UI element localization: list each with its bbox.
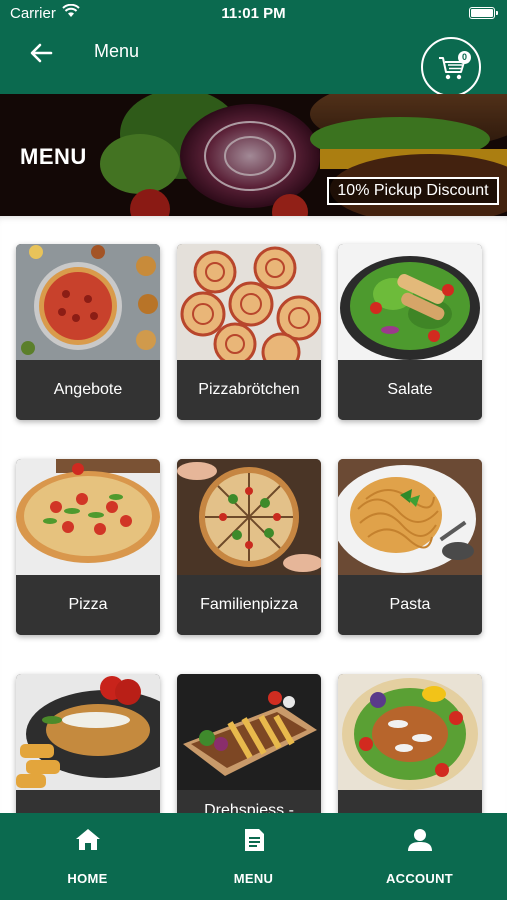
category-label: Pizzabrötchen: [177, 360, 321, 420]
category-grid: Angebote Pizzabrötchen Salate Pizza Fami…: [0, 216, 507, 813]
tab-menu-label: MENU: [233, 871, 274, 886]
category-label: [338, 790, 482, 813]
category-card-wrap[interactable]: [338, 674, 482, 813]
category-image: [16, 244, 160, 360]
category-label: Salate: [338, 360, 482, 420]
status-time: 11:01 PM: [221, 5, 286, 22]
category-card-pasta[interactable]: Pasta: [338, 459, 482, 635]
tab-menu[interactable]: MENU: [169, 813, 338, 900]
tab-account[interactable]: ACCOUNT: [335, 813, 504, 900]
bottom-tab-bar: HOME MENU ACCOUNT: [0, 813, 507, 900]
category-label: Angebote: [16, 360, 160, 420]
category-card-drehspiess[interactable]: Drehspiess -: [177, 674, 321, 813]
tab-home-label: HOME: [67, 871, 108, 886]
menu-banner: MENU 10% Pickup Discount: [0, 94, 507, 216]
category-card-schnitzel[interactable]: [16, 674, 160, 813]
category-label: [16, 790, 160, 813]
category-card-salate[interactable]: Salate: [338, 244, 482, 420]
cart-button[interactable]: 0: [421, 37, 481, 97]
category-card-angebote[interactable]: Angebote: [16, 244, 160, 420]
pickup-discount-label: 10% Pickup Discount: [327, 177, 499, 205]
category-image: [177, 244, 321, 360]
page-title: Menu: [94, 41, 140, 61]
category-image: [16, 674, 160, 790]
category-label: Pizza: [16, 575, 160, 635]
category-image: [177, 674, 321, 790]
category-card-familienpizza[interactable]: Familienpizza: [177, 459, 321, 635]
back-arrow-icon[interactable]: [26, 38, 56, 68]
category-label: Pasta: [338, 575, 482, 635]
category-image: [177, 459, 321, 575]
menu-list-icon: [245, 829, 264, 851]
category-image: [338, 674, 482, 790]
cart-count-badge: 0: [458, 51, 471, 64]
account-icon: [408, 829, 432, 851]
category-image: [338, 459, 482, 575]
category-label: Familienpizza: [177, 575, 321, 635]
tab-account-label: ACCOUNT: [385, 871, 454, 886]
battery-icon: [469, 7, 498, 19]
category-image: [16, 459, 160, 575]
banner-heading: MENU: [20, 144, 87, 169]
app-bar: Menu 0: [0, 28, 507, 97]
home-icon: [76, 829, 100, 850]
category-card-pizzabroetchen[interactable]: Pizzabrötchen: [177, 244, 321, 420]
category-card-pizza[interactable]: Pizza: [16, 459, 160, 635]
tab-home[interactable]: HOME: [3, 813, 172, 900]
status-bar: Carrier 11:01 PM: [0, 0, 507, 28]
category-image: [338, 244, 482, 360]
category-label: Drehspiess -: [177, 790, 321, 813]
